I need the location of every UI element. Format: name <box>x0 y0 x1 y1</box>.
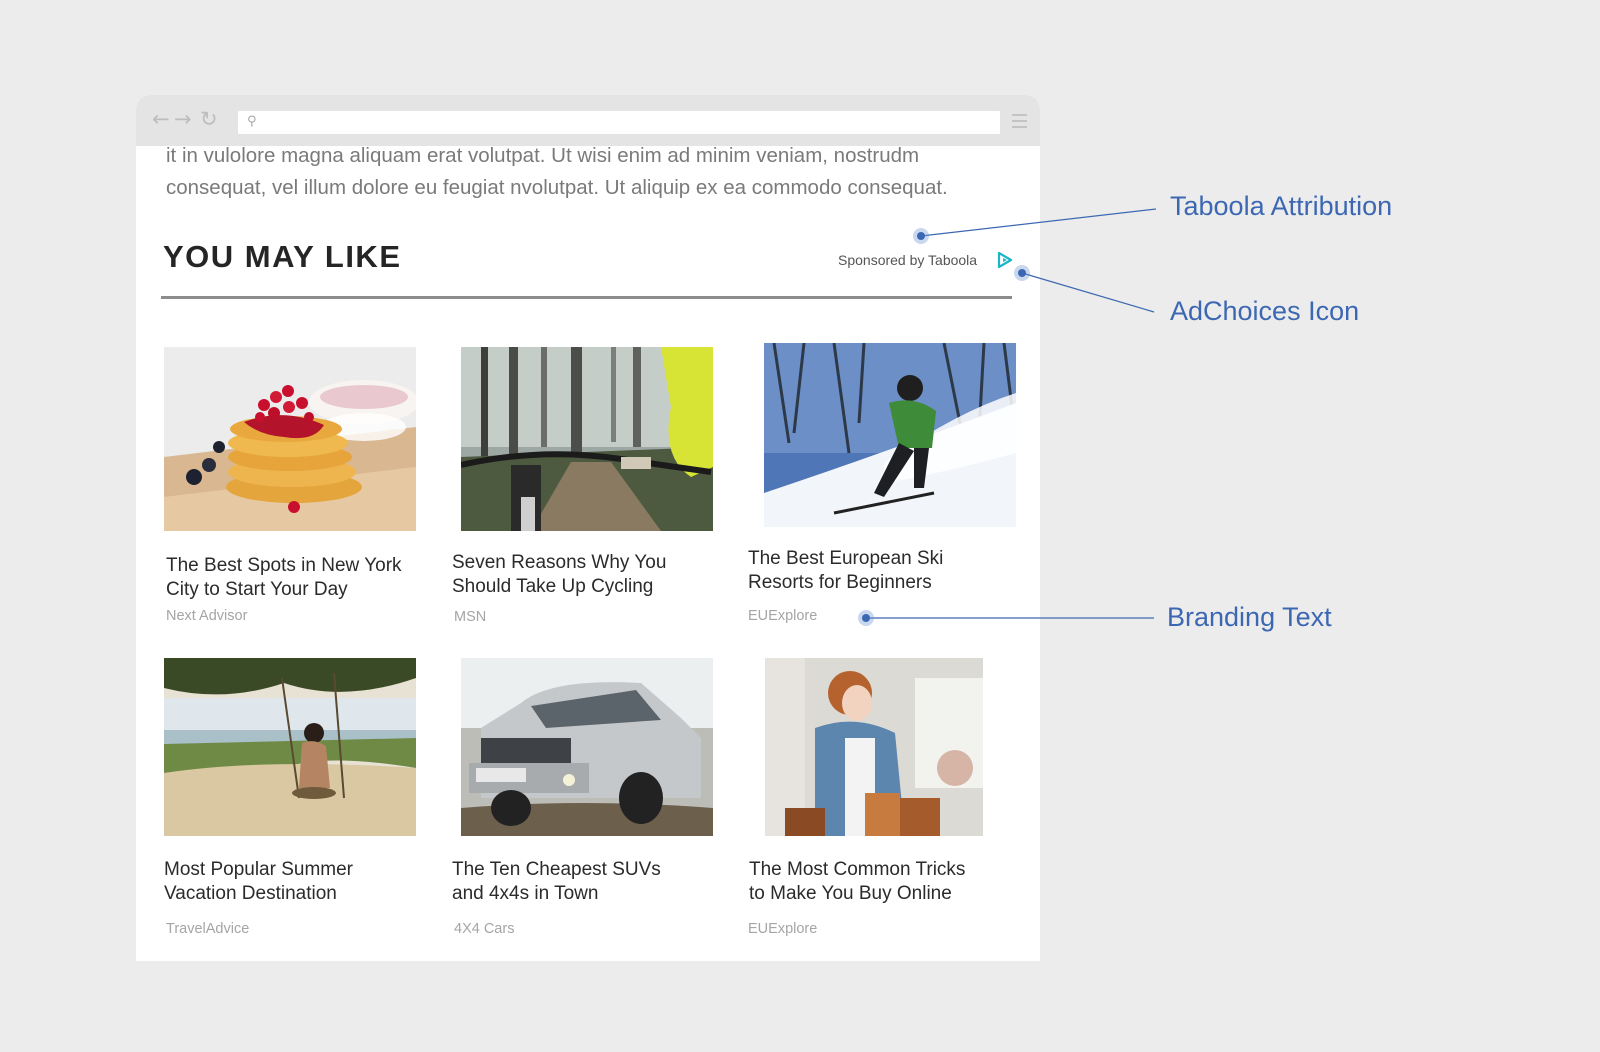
callout-adchoices-icon: AdChoices Icon <box>1170 296 1360 326</box>
callout-taboola-attribution: Taboola Attribution <box>1170 191 1393 221</box>
annotation-marker <box>858 610 874 626</box>
callout-branding-text: Branding Text <box>1167 602 1332 632</box>
annotation-marker <box>913 228 929 244</box>
annotation-marker <box>1014 265 1030 281</box>
annotation-lines <box>866 208 1157 619</box>
